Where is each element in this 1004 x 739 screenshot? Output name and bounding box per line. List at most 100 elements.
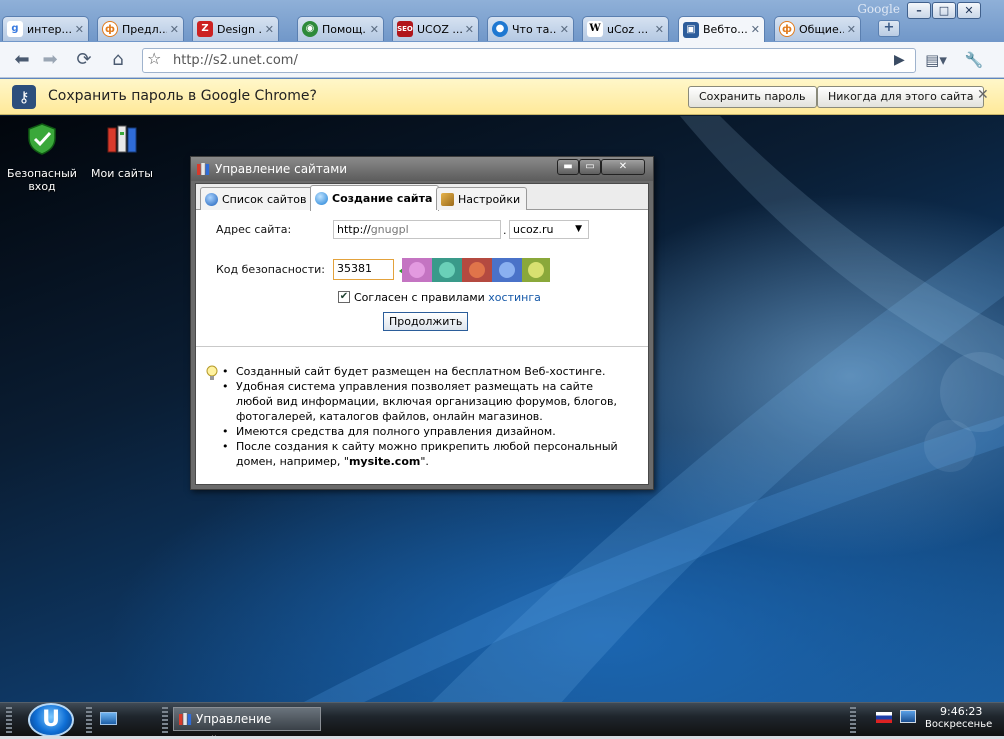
- home-icon[interactable]: ⌂: [106, 49, 130, 71]
- agree-checkbox[interactable]: ✔: [338, 291, 350, 303]
- browser-tab[interactable]: ● Что та... ✕: [487, 16, 574, 41]
- address-label: Адрес сайта:: [216, 223, 292, 236]
- desktop-icon-label: Безопасный вход: [7, 167, 77, 193]
- lightbulb-icon: [206, 365, 218, 380]
- folders-icon: [107, 125, 137, 153]
- agree-text: Согласен с правилами: [354, 291, 489, 304]
- browser-tab[interactable]: ф Предл... ✕: [97, 16, 184, 41]
- desktop-icon-label: Мои сайты: [91, 167, 153, 180]
- browser-tab[interactable]: ф Общие... ✕: [774, 16, 861, 41]
- clock-time: 9:46:23: [940, 705, 983, 718]
- start-button[interactable]: U: [28, 703, 74, 737]
- show-desktop-icon[interactable]: [100, 712, 117, 725]
- tab-close-icon[interactable]: ✕: [560, 23, 569, 36]
- tab-label: Список сайтов: [222, 192, 307, 206]
- tab-strip: g интер... ✕ ф Предл... ✕ Z Design ... ✕…: [2, 16, 1002, 42]
- agree-label: Согласен с правилами хостинга: [354, 291, 541, 304]
- continue-button[interactable]: Продолжить: [383, 312, 469, 331]
- tab-label: uCoz ...: [607, 22, 649, 36]
- site-manager-window: Управление сайтами ▬ ▭ ✕ Список сайтов С…: [190, 156, 654, 490]
- security-code-input[interactable]: 35381: [333, 259, 394, 280]
- browser-tab[interactable]: g интер... ✕: [2, 16, 89, 41]
- tab-label: Настройки: [458, 192, 521, 206]
- earth-icon: ●: [492, 21, 508, 37]
- ucoz-icon: ф: [779, 21, 795, 37]
- never-for-site-button[interactable]: Никогда для этого сайта: [817, 86, 985, 108]
- hosting-rules-link[interactable]: хостинга: [488, 291, 541, 304]
- tab-settings[interactable]: Настройки: [436, 187, 528, 210]
- taskbar-grip[interactable]: [86, 707, 92, 733]
- tab-close-icon[interactable]: ✕: [465, 23, 474, 36]
- address-prefix: http://: [337, 223, 371, 236]
- window-title: Управление сайтами: [215, 162, 348, 176]
- tab-label: интер...: [27, 22, 72, 36]
- example-domain: mysite.com: [348, 455, 421, 468]
- clock-day: Воскресенье: [925, 719, 993, 730]
- site-address-input[interactable]: http://gnugpl: [333, 220, 501, 239]
- wrench-icon[interactable]: 🔧▾: [962, 49, 986, 91]
- address-bar[interactable]: ☆ http://s2.unet.com/: [142, 48, 916, 73]
- russian-flag-icon[interactable]: [876, 712, 892, 723]
- save-password-infobar: ⚷ Сохранить пароль в Google Chrome? Сохр…: [0, 79, 1004, 115]
- globe-icon: ◉: [302, 21, 318, 37]
- star-icon[interactable]: ☆: [147, 49, 161, 68]
- tab-close-icon[interactable]: ✕: [751, 23, 760, 36]
- list-item: После создания к сайту можно прикрепить …: [222, 439, 622, 469]
- tab-close-icon[interactable]: ✕: [75, 23, 84, 36]
- google-icon: g: [7, 21, 23, 37]
- tab-close-icon[interactable]: ✕: [170, 23, 179, 36]
- tab-create-site[interactable]: Создание сайта: [310, 185, 440, 211]
- folders-icon: [197, 163, 210, 175]
- tab-close-icon[interactable]: ✕: [370, 23, 379, 36]
- save-password-button[interactable]: Сохранить пароль: [688, 86, 817, 108]
- window-close-button[interactable]: ✕: [601, 159, 645, 175]
- domain-select[interactable]: ucoz.ru ▼: [509, 220, 589, 239]
- list-item: Удобная система управления позволяет раз…: [222, 379, 622, 424]
- taskbar-grip[interactable]: [850, 707, 856, 733]
- captcha-image: [402, 258, 550, 282]
- tab-label: Помощ...: [322, 22, 367, 36]
- window-minimize-button[interactable]: ▬: [557, 159, 579, 175]
- browser-frame: Google – □ ✕ g интер... ✕ ф Предл... ✕ Z…: [0, 0, 1004, 91]
- webtop-icon: ▣: [683, 21, 699, 38]
- tab-close-icon[interactable]: ✕: [655, 23, 664, 36]
- taskbar-window-button[interactable]: Управление сайтами: [173, 707, 321, 739]
- url-text[interactable]: http://s2.unet.com/: [173, 53, 298, 68]
- browser-tab[interactable]: SEO UCOZ ... ✕: [392, 16, 479, 41]
- folders-icon: [179, 713, 192, 725]
- chevron-down-icon: ▼: [575, 224, 582, 234]
- ucoz-icon: ф: [102, 21, 118, 37]
- infobar-close-icon[interactable]: ✕: [977, 87, 989, 103]
- taskbar-grip[interactable]: [162, 707, 168, 733]
- browser-tab-active[interactable]: ▣ Вебто... ✕: [678, 16, 765, 42]
- page-menu-icon[interactable]: ▤▾: [924, 49, 948, 71]
- browser-tab[interactable]: Z Design ... ✕: [192, 16, 279, 41]
- desktop-icon-secure-login[interactable]: Безопасный вход: [2, 122, 82, 193]
- desktop-icon-my-sites[interactable]: Мои сайты: [82, 122, 162, 180]
- reload-icon[interactable]: ⟳: [72, 49, 96, 71]
- browser-toolbar: ⬅ ➡ ⟳ ⌂ ☆ http://s2.unet.com/ ▶ ▤▾ 🔧▾: [0, 42, 1004, 91]
- tab-site-list[interactable]: Список сайтов: [200, 187, 314, 210]
- info-text: ".: [420, 455, 429, 468]
- forward-arrow-icon[interactable]: ➡: [38, 49, 62, 71]
- network-icon[interactable]: [900, 710, 916, 723]
- window-maximize-button[interactable]: ▭: [579, 159, 601, 175]
- list-item: Созданный сайт будет размещен на бесплат…: [222, 364, 622, 379]
- key-icon: ⚷: [12, 85, 36, 109]
- address-dot: .: [503, 224, 507, 237]
- new-tab-button[interactable]: +: [878, 20, 900, 37]
- globe-add-icon: [315, 192, 328, 205]
- tab-label: UCOZ ...: [417, 22, 462, 36]
- taskbar-grip[interactable]: [6, 707, 12, 733]
- back-arrow-icon[interactable]: ⬅: [10, 49, 34, 71]
- window-titlebar[interactable]: Управление сайтами ▬ ▭ ✕: [191, 157, 653, 181]
- browser-tab[interactable]: W uCoz ... ✕: [582, 16, 669, 41]
- taskbar: U Управление сайтами 9:46:23 Воскресенье: [0, 702, 1004, 739]
- tab-label: Что та...: [512, 22, 557, 36]
- browser-tab[interactable]: ◉ Помощ... ✕: [297, 16, 384, 41]
- list-item: Имеются средства для полного управления …: [222, 424, 622, 439]
- tab-close-icon[interactable]: ✕: [847, 23, 856, 36]
- tab-label: Общие...: [799, 22, 844, 36]
- tab-label: Предл...: [122, 22, 167, 36]
- tab-close-icon[interactable]: ✕: [265, 23, 274, 36]
